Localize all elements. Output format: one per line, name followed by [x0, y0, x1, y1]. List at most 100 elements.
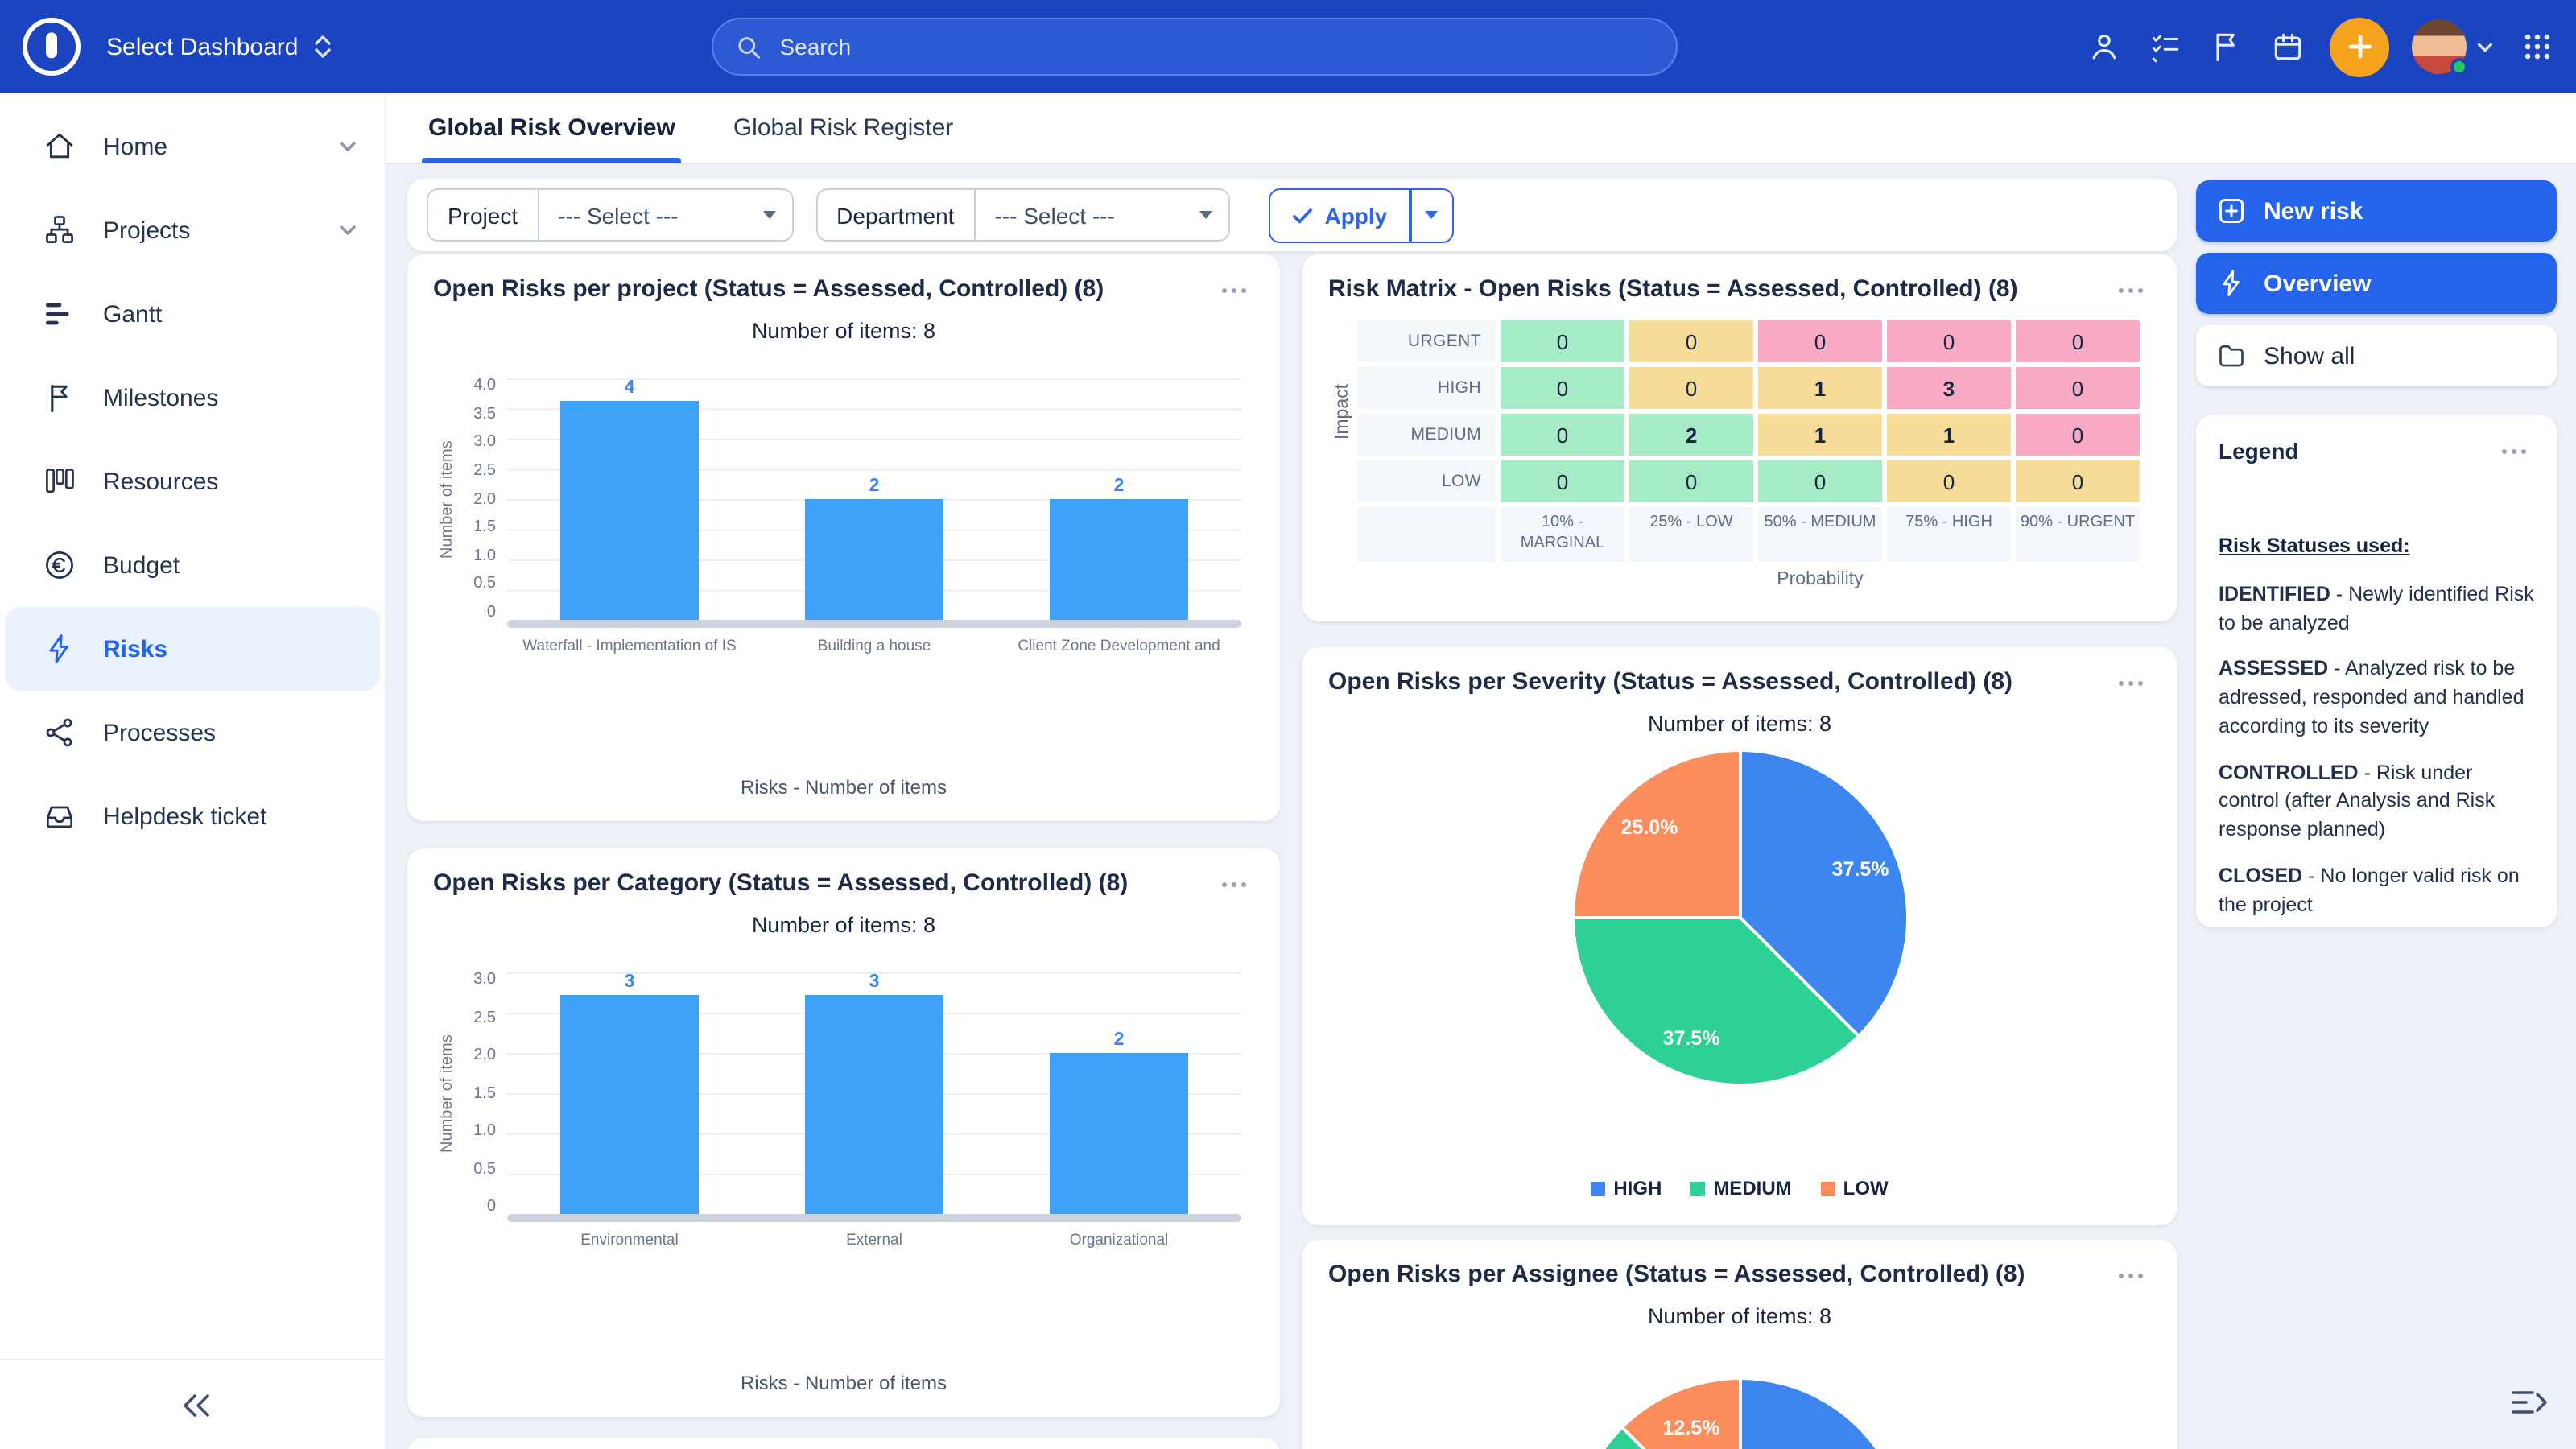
sidebar-item-label: Budget — [103, 551, 180, 579]
apply-button[interactable]: Apply — [1268, 188, 1410, 242]
right-panel-collapse-button[interactable] — [2508, 1385, 2550, 1420]
check-icon — [1290, 204, 1313, 226]
matrix-cell[interactable]: 1 — [1887, 414, 2011, 456]
avatar[interactable] — [2412, 19, 2467, 74]
sidebar-item-budget[interactable]: Budget — [0, 523, 385, 607]
legend-color-chip — [1591, 1181, 1605, 1195]
bar[interactable]: 2 — [997, 972, 1241, 1214]
apps-grid-button[interactable] — [2518, 27, 2557, 66]
app-logo[interactable] — [23, 18, 80, 76]
legend-item-low[interactable]: LOW — [1821, 1177, 1889, 1199]
legend-color-chip — [1690, 1181, 1705, 1195]
legend-status-item: ASSESSED - Analyzed risk to be adressed,… — [2219, 656, 2534, 742]
sort-chevrons-icon — [313, 32, 334, 61]
sidebar-item-milestones[interactable]: Milestones — [0, 356, 385, 440]
bar-value-label: 2 — [869, 477, 880, 496]
gantt-icon — [42, 296, 77, 332]
matrix-cell[interactable]: 2 — [1629, 414, 1753, 456]
dashboard-selector[interactable]: Select Dashboard — [106, 32, 334, 61]
sidebar-item-risks[interactable]: Risks — [5, 607, 380, 691]
y-tick-label: 1.5 — [473, 1086, 496, 1100]
x-category-label: Building a house — [752, 638, 997, 655]
quick-add-button[interactable] — [2330, 17, 2389, 76]
new-risk-button[interactable]: New risk — [2196, 180, 2557, 242]
legend-card: Legend Risk Statuses used: IDENTIFIED - … — [2196, 415, 2557, 927]
pie-slice-label: 37.5% — [1832, 858, 1889, 881]
probability-axis-label: Probability — [1501, 562, 2140, 589]
tasks-button[interactable] — [2146, 27, 2185, 66]
bar[interactable]: 3 — [752, 972, 997, 1214]
card-menu-button[interactable] — [2112, 279, 2151, 304]
bar[interactable]: 2 — [997, 378, 1241, 620]
show-all-button[interactable]: Show all — [2196, 325, 2557, 386]
apply-split-button: Apply — [1268, 188, 1453, 242]
legend-item-medium[interactable]: MEDIUM — [1690, 1177, 1791, 1199]
matrix-cell[interactable]: 0 — [1758, 460, 1882, 502]
sidebar-item-gantt[interactable]: Gantt — [0, 272, 385, 356]
card-menu-button[interactable] — [2112, 1264, 2151, 1290]
bar-value-label: 2 — [1114, 1030, 1125, 1050]
filter-bar: Project --- Select --- Department --- Se… — [407, 179, 2177, 251]
department-filter-select[interactable]: --- Select --- — [973, 190, 1228, 240]
matrix-cell[interactable]: 1 — [1758, 414, 1882, 456]
bar[interactable]: 4 — [507, 378, 752, 620]
matrix-cell[interactable]: 0 — [1629, 367, 1753, 409]
y-tick-label: 0 — [487, 1199, 496, 1214]
y-tick-label: 2.5 — [473, 464, 496, 478]
matrix-cell[interactable]: 0 — [1501, 367, 1624, 409]
matrix-cell[interactable]: 0 — [1758, 320, 1882, 362]
matrix-cell[interactable]: 0 — [1501, 320, 1624, 362]
flag-button[interactable] — [2207, 27, 2246, 66]
tab-global-risk-register[interactable]: Global Risk Register — [733, 114, 953, 163]
overview-button[interactable]: Overview — [2196, 253, 2557, 314]
matrix-cell[interactable]: 0 — [1501, 414, 1624, 456]
bar[interactable]: 2 — [752, 378, 997, 620]
sidebar-item-helpdesk[interactable]: Helpdesk ticket — [0, 774, 385, 858]
chevron-down-icon[interactable] — [336, 219, 359, 242]
tab-global-risk-overview[interactable]: Global Risk Overview — [428, 114, 675, 163]
matrix-cell[interactable]: 0 — [1887, 460, 2011, 502]
card-menu-button[interactable] — [2112, 671, 2151, 697]
matrix-cell[interactable]: 0 — [2016, 320, 2140, 362]
sidebar-item-processes[interactable]: Processes — [0, 691, 385, 774]
matrix-cell[interactable]: 0 — [1629, 320, 1753, 362]
user-menu-button[interactable] — [2085, 27, 2124, 66]
apply-dropdown-button[interactable] — [1410, 188, 1453, 242]
calendar-button[interactable] — [2268, 27, 2307, 66]
right-panel: New risk Overview Show all Legend Risk S… — [2196, 180, 2557, 927]
matrix-cell[interactable]: 0 — [2016, 460, 2140, 502]
tabs-bar: Global Risk Overview Global Risk Registe… — [386, 93, 2576, 164]
matrix-cell[interactable]: 0 — [1887, 320, 2011, 362]
sidebar-item-resources[interactable]: Resources — [0, 440, 385, 523]
matrix-cell[interactable]: 1 — [1758, 367, 1882, 409]
chevron-down-icon — [2475, 36, 2496, 57]
sidebar-footer — [0, 1359, 385, 1449]
pie-legend: HIGH MEDIUM LOW — [1328, 1177, 2151, 1206]
matrix-cell[interactable]: 0 — [1629, 460, 1753, 502]
matrix-cell[interactable]: 0 — [2016, 367, 2140, 409]
matrix-cell[interactable]: 3 — [1887, 367, 2011, 409]
sidebar-item-home[interactable]: Home — [0, 105, 385, 188]
x-axis-labels: Waterfall - Implementation of ISBuilding… — [507, 638, 1241, 655]
y-tick-label: 3.0 — [473, 436, 496, 450]
bar-rect — [804, 995, 943, 1214]
card-menu-button[interactable] — [1216, 279, 1254, 304]
matrix-row-label: HIGH — [1357, 367, 1496, 409]
account-menu[interactable] — [2412, 19, 2496, 74]
matrix-cell[interactable]: 0 — [2016, 414, 2140, 456]
sidebar-collapse-button[interactable] — [173, 1387, 212, 1422]
project-filter-select[interactable]: --- Select --- — [537, 190, 791, 240]
y-tick-label: 3.5 — [473, 407, 496, 421]
search-input[interactable] — [776, 32, 1653, 61]
bar[interactable]: 3 — [507, 972, 752, 1214]
chevron-down-icon[interactable] — [336, 135, 359, 158]
sidebar-item-projects[interactable]: Projects — [0, 188, 385, 272]
global-search[interactable] — [712, 18, 1678, 76]
matrix-cell[interactable]: 0 — [1501, 460, 1624, 502]
card-menu-button[interactable] — [1216, 873, 1254, 898]
assignee-pie-chart[interactable]: 12.5% — [1574, 1380, 1905, 1449]
legend-item-high[interactable]: HIGH — [1591, 1177, 1662, 1199]
severity-pie-chart[interactable]: 37.5% 37.5% 25.0% — [1574, 752, 1905, 1084]
card-menu-button[interactable] — [2496, 440, 2534, 465]
department-filter-value: --- Select --- — [994, 202, 1114, 228]
